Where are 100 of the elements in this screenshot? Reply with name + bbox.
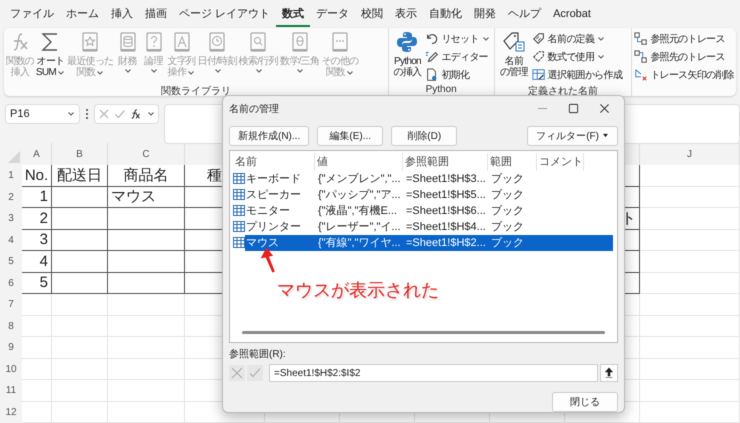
column-header[interactable]: B xyxy=(52,143,108,165)
insert-function-icon[interactable] xyxy=(130,108,142,120)
ribbon-button[interactable]: 選択範囲から作成 xyxy=(530,66,624,84)
column-header[interactable]: コメント xyxy=(537,152,584,171)
close-button[interactable]: 閉じる xyxy=(552,392,618,412)
row-header[interactable]: 12 xyxy=(0,402,22,423)
value-text: {"液晶","有機E... xyxy=(318,204,398,218)
name-box[interactable]: P16 xyxy=(5,104,80,124)
menu-tab[interactable]: 自動化 xyxy=(423,1,468,27)
maximize-icon[interactable] xyxy=(568,103,579,114)
table-cell: 5 xyxy=(22,272,52,294)
ribbon-button[interactable]: 数式で使用 xyxy=(530,48,624,66)
ribbon-button[interactable]: Python の挿入 xyxy=(392,30,422,84)
table-icon xyxy=(233,221,245,232)
scope-text: ブック xyxy=(491,188,525,202)
ribbon-button[interactable]: エディター xyxy=(424,48,491,66)
filter-button[interactable]: フィルター(F) xyxy=(527,126,618,146)
more-icon xyxy=(85,108,89,120)
reference-field[interactable]: =Sheet1!$H$2:$I$2 xyxy=(269,364,598,382)
column-header[interactable]: 範囲 xyxy=(488,152,537,171)
row-header[interactable]: 6 xyxy=(0,272,22,294)
column-header[interactable]: C xyxy=(108,143,185,165)
menu-tab[interactable]: ページ レイアウト xyxy=(173,1,276,27)
tag-outline-icon xyxy=(532,50,546,64)
ribbon-button[interactable]: 参照先のトレース xyxy=(633,48,735,66)
annotation-text: マウスが表示された xyxy=(277,279,439,302)
close-icon[interactable] xyxy=(599,103,610,114)
row-header[interactable]: 10 xyxy=(0,358,22,380)
document-gear-icon xyxy=(425,68,440,82)
caret-icon xyxy=(67,110,75,118)
column-header[interactable]: A xyxy=(22,143,52,165)
name-row[interactable]: マウス {"有線","ワイヤ... =Sheet1!$H$2... ブック xyxy=(245,234,613,251)
tag-icon xyxy=(532,32,546,46)
column-header[interactable]: 名前 xyxy=(233,152,315,171)
row-header[interactable]: 9 xyxy=(0,337,22,358)
menu-tab[interactable]: 校閲 xyxy=(355,1,390,27)
check-icon[interactable] xyxy=(247,365,263,381)
name-text: マウス xyxy=(245,236,280,250)
table-icon xyxy=(233,189,245,200)
reference-text: =Sheet1!$H$2... xyxy=(406,236,487,249)
scope-text: ブック xyxy=(491,236,525,250)
reference-text: =Sheet1!$H$3... xyxy=(406,172,487,185)
value-text: {"メンブレン","... xyxy=(318,172,402,186)
menu-tab[interactable]: ファイル xyxy=(4,1,60,27)
ribbon-button[interactable]: 初期化 xyxy=(424,66,491,84)
cancel-icon[interactable] xyxy=(98,108,110,120)
menu-tab[interactable]: 表示 xyxy=(389,1,424,27)
ribbon-button[interactable]: トレース矢印の削除 xyxy=(633,66,735,84)
reference-text: =Sheet1!$H$5... xyxy=(406,188,487,201)
ribbon-button[interactable]: リセット xyxy=(424,30,491,48)
pencil-icon xyxy=(425,50,440,64)
collapse-icon[interactable] xyxy=(600,364,618,382)
value-text: {"パッシブ","ア... xyxy=(318,188,402,202)
dialog-button[interactable]: 新規作成(N)... xyxy=(229,126,310,146)
caret-icon xyxy=(147,110,155,118)
name-text: モニター xyxy=(245,204,291,218)
reference-text: =Sheet1!$H$6... xyxy=(406,204,487,217)
dialog-button[interactable]: 削除(D) xyxy=(391,126,458,146)
scope-text: ブック xyxy=(491,220,525,234)
value-text: {"有線","ワイヤ... xyxy=(318,236,402,250)
ribbon-button[interactable]: オート SUM xyxy=(34,30,66,84)
ribbon-button[interactable]: 参照元のトレース xyxy=(633,30,735,48)
group-label: 関数ライブラリ xyxy=(160,84,231,98)
menu-tab[interactable]: データ xyxy=(310,1,356,27)
table-icon xyxy=(233,173,245,184)
table-cell: マウス xyxy=(108,186,185,208)
table-icon xyxy=(233,205,245,216)
table-cell: 2 xyxy=(22,208,52,230)
scrollbar[interactable] xyxy=(242,331,605,334)
name-text: スピーカー xyxy=(245,188,302,202)
menu-tab[interactable]: 描画 xyxy=(139,1,173,27)
menu-tab[interactable]: Acrobat xyxy=(547,2,597,26)
table-cell: No. xyxy=(22,165,52,186)
row-header[interactable]: 11 xyxy=(0,380,22,402)
remove-arrows-icon xyxy=(634,68,648,82)
menu-tab[interactable]: 開発 xyxy=(468,1,502,27)
menu-tab[interactable]: ヘルプ xyxy=(502,1,548,27)
cancel-icon[interactable] xyxy=(229,365,245,381)
row-header[interactable]: 8 xyxy=(0,316,22,337)
ribbon-button[interactable]: 名前 の管理 xyxy=(498,30,529,84)
row-header[interactable]: 3 xyxy=(0,208,22,230)
column-header[interactable]: J xyxy=(640,143,740,165)
column-header[interactable]: 値 xyxy=(315,152,403,171)
row-header[interactable]: 4 xyxy=(0,230,22,251)
row-header[interactable]: 7 xyxy=(0,294,22,316)
ribbon-button[interactable]: 名前の定義 xyxy=(530,30,624,48)
row-header[interactable]: 1 xyxy=(0,165,22,186)
table-cell: 3 xyxy=(22,230,52,251)
name-row[interactable]: スピーカー {"パッシブ","ア... =Sheet1!$H$5... ブック xyxy=(245,186,613,203)
check-icon[interactable] xyxy=(114,108,126,120)
table-cell: 配送日 xyxy=(52,165,108,186)
menu-tab[interactable]: ホーム xyxy=(60,1,105,27)
dialog-button[interactable]: 編集(E)... xyxy=(317,126,384,146)
column-header[interactable]: 参照範囲 xyxy=(403,152,488,171)
row-header[interactable]: 2 xyxy=(0,186,22,208)
row-header[interactable]: 5 xyxy=(0,251,22,272)
menu-tab[interactable]: 挿入 xyxy=(105,1,139,27)
table-cell: 1 xyxy=(22,186,52,208)
scope-text: ブック xyxy=(491,172,525,186)
name-text: プリンター xyxy=(245,220,302,234)
